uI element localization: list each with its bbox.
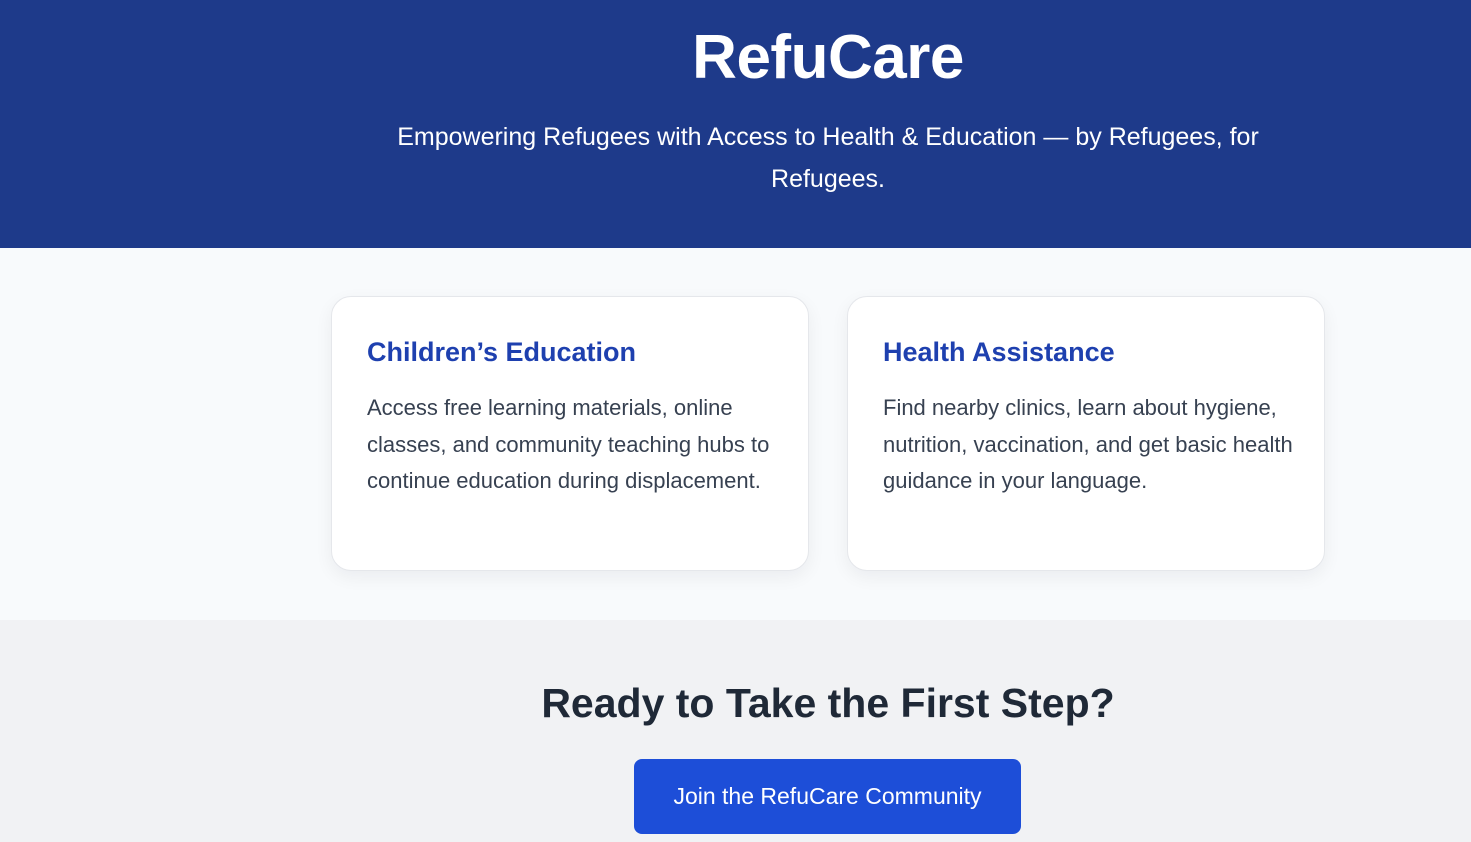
feature-card-health: Health Assistance Find nearby clinics, l… [847,296,1325,571]
site-title: RefuCare [692,23,964,92]
page: RefuCare Empowering Refugees with Access… [0,0,1471,842]
cta-title: Ready to Take the First Step? [541,680,1115,726]
feature-card-education: Children’s Education Access free learnin… [331,296,809,571]
hero-subtitle: Empowering Refugees with Access to Healt… [397,123,1259,193]
cta-section: Ready to Take the First Step? Join the R… [0,620,1471,842]
feature-card-title: Children’s Education [367,337,637,367]
join-community-button[interactable]: Join the RefuCare Community [634,759,1021,834]
features-section: Children’s Education Access free learnin… [0,248,1471,620]
hero-header: RefuCare Empowering Refugees with Access… [0,0,1471,248]
feature-card-description: Access free learning materials, online c… [367,395,770,493]
feature-card-description: Find nearby clinics, learn about hygiene… [883,395,1293,493]
feature-card-title: Health Assistance [883,337,1115,367]
